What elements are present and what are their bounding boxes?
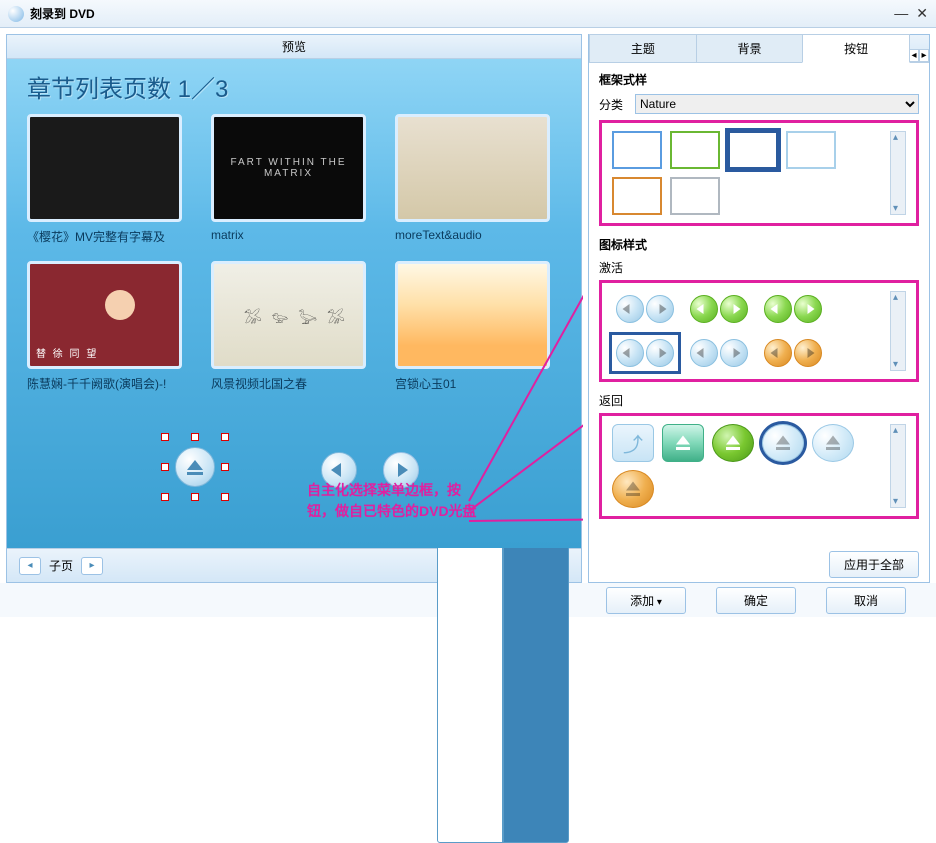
thumbnail-5[interactable] xyxy=(211,261,366,369)
cancel-button[interactable]: 取消 xyxy=(826,587,906,614)
frame-section-title: 框架式样 xyxy=(599,71,919,88)
thumbnail-1[interactable] xyxy=(27,114,182,222)
return-option-5[interactable] xyxy=(812,424,854,462)
ok-button[interactable]: 确定 xyxy=(716,587,796,614)
nav-option-6[interactable] xyxy=(760,335,826,371)
return-option-6[interactable] xyxy=(612,470,654,508)
frame-style-box xyxy=(599,120,919,226)
frame-option-blue[interactable] xyxy=(612,131,662,169)
return-option-4-selected[interactable] xyxy=(762,424,804,462)
thumbnail-2[interactable]: FART WITHIN THE MATRIX xyxy=(211,114,366,222)
frame-option-darkblue-selected[interactable] xyxy=(728,131,778,169)
thumbnail-6-label: 宫锁心玉01 xyxy=(395,375,550,392)
thumbnail-4-label: 陈慧娴-千千阙歌(演唱会)-! xyxy=(27,375,182,392)
add-button[interactable]: 添加 xyxy=(606,587,686,614)
titlebar: 刻录到 DVD — ✕ xyxy=(0,0,936,28)
thumbnail-3-label: moreText&audio xyxy=(395,228,550,242)
tab-background[interactable]: 背景 xyxy=(696,34,804,62)
page-prev-button[interactable]: ◂ xyxy=(19,557,41,575)
nav-option-5[interactable] xyxy=(686,335,752,371)
thumbnail-5-label: 风景视频北国之春 xyxy=(211,375,366,392)
thumbnail-1-label: 《樱花》MV完整有字幕及 xyxy=(27,228,182,245)
annotation-text: 自主化选择菜单边框，按 钮，做自已特色的DVD光盘 xyxy=(307,480,477,522)
app-icon xyxy=(8,6,24,22)
tab-button[interactable]: 按钮 xyxy=(802,34,910,63)
thumbnail-3[interactable] xyxy=(395,114,550,222)
preview-header: 预览 xyxy=(7,35,581,59)
preview-area: 章节列表页数 1／3 《樱花》MV完整有字幕及 FART WITHIN THE … xyxy=(7,59,581,548)
frame-option-lightblue[interactable] xyxy=(786,131,836,169)
return-scrollbar[interactable] xyxy=(890,424,906,508)
return-option-1[interactable] xyxy=(612,424,654,462)
category-select[interactable]: Nature xyxy=(635,94,919,114)
nav-option-3[interactable] xyxy=(760,291,826,327)
frame-option-green[interactable] xyxy=(670,131,720,169)
tab-scroll-right[interactable]: ▸ xyxy=(919,49,929,62)
page-heading: 章节列表页数 1／3 xyxy=(27,69,561,104)
minimize-button[interactable]: — xyxy=(894,5,908,22)
nav-option-1[interactable] xyxy=(612,291,678,327)
thumbnail-2-label: matrix xyxy=(211,228,366,242)
return-style-box xyxy=(599,413,919,519)
nav-option-2[interactable] xyxy=(686,291,752,327)
preview-footer: ◂ 子页 ▸ 主菜单 子菜单 xyxy=(7,548,581,582)
nav-style-box xyxy=(599,280,919,382)
close-button[interactable]: ✕ xyxy=(916,5,928,22)
tab-theme[interactable]: 主题 xyxy=(589,34,697,62)
category-label: 分类 xyxy=(599,96,623,113)
frame-scrollbar[interactable] xyxy=(890,131,906,215)
frame-option-gray[interactable] xyxy=(670,177,720,215)
tab-scroll-left[interactable]: ◂ xyxy=(909,49,919,62)
nav-scrollbar[interactable] xyxy=(890,291,906,371)
thumbnail-6[interactable] xyxy=(395,261,550,369)
return-option-2[interactable] xyxy=(662,424,704,462)
nav-option-4-selected[interactable] xyxy=(612,335,678,371)
options-panel: 主题 背景 按钮 ◂▸ 框架式样 分类 Nature xyxy=(588,34,930,583)
thumbnail-4[interactable] xyxy=(27,261,182,369)
page-next-button[interactable]: ▸ xyxy=(81,557,103,575)
pager-label: 子页 xyxy=(49,557,73,574)
eject-icon[interactable] xyxy=(175,447,215,487)
frame-option-orange[interactable] xyxy=(612,177,662,215)
return-option-3[interactable] xyxy=(712,424,754,462)
activate-label: 激活 xyxy=(599,259,919,276)
apply-all-button[interactable]: 应用于全部 xyxy=(829,551,919,578)
nav-section-title: 图标样式 xyxy=(599,236,919,253)
window-title: 刻录到 DVD xyxy=(30,5,95,22)
preview-panel: 预览 章节列表页数 1／3 《樱花》MV完整有字幕及 FART WITHIN T… xyxy=(6,34,582,583)
return-label: 返回 xyxy=(599,392,919,409)
